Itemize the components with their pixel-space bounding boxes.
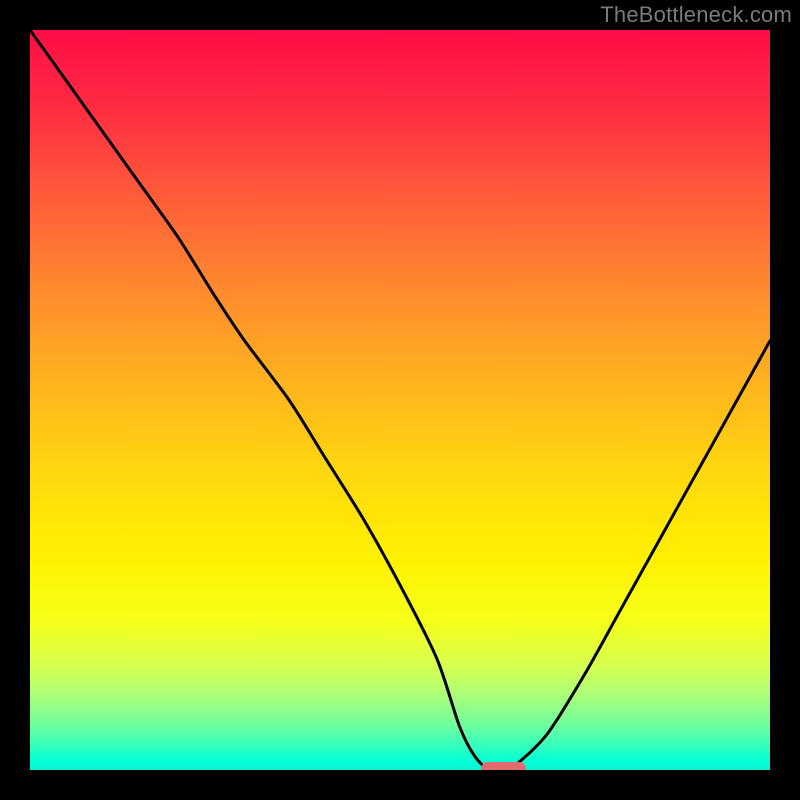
watermark-text: TheBottleneck.com [600,2,792,28]
bottleneck-curve-svg [30,30,770,770]
plot-area [30,30,770,770]
optimal-marker-pill [481,762,525,770]
chart-stage: TheBottleneck.com [0,0,800,800]
bottleneck-curve [30,30,770,770]
